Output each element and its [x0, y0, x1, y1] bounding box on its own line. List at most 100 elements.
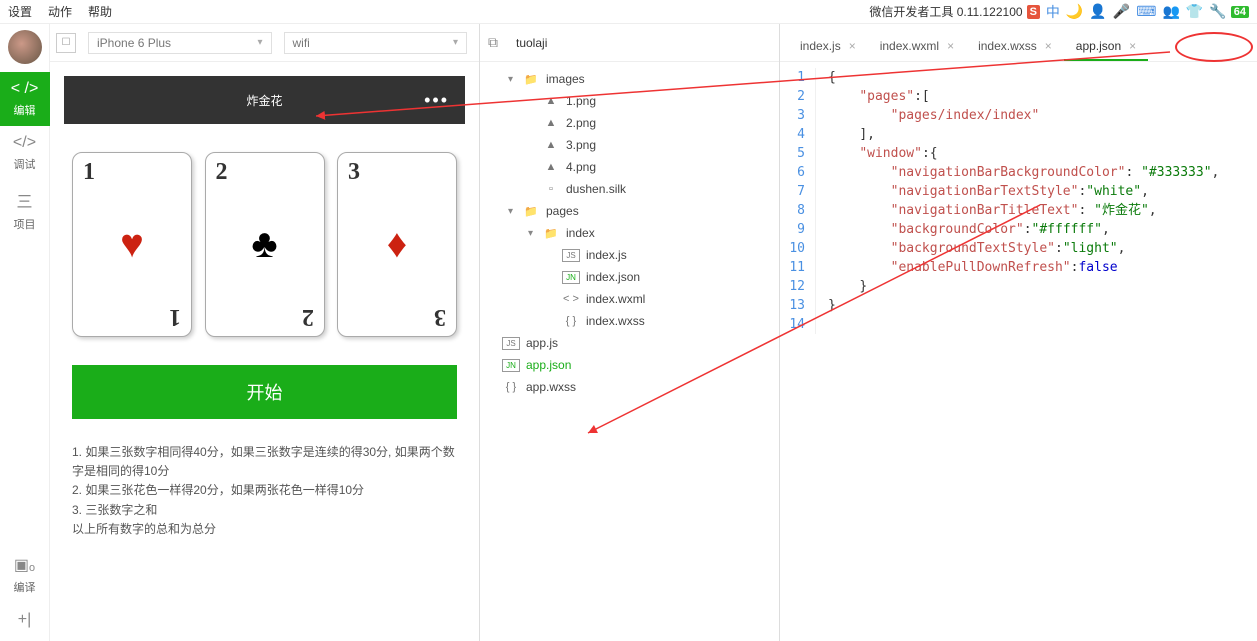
tree-item-app-wxss[interactable]: { } app.wxss	[480, 376, 779, 398]
menu-help[interactable]: 帮助	[88, 3, 112, 20]
tree-item-index-wxml[interactable]: < > index.wxml	[480, 288, 779, 310]
code-editor[interactable]: 1{2 "pages":[3 "pages/index/index"4 ],5 …	[780, 62, 1257, 334]
editor-tab-index-wxss[interactable]: index.wxss×	[966, 33, 1064, 61]
status-moon-icon: 🌙	[1066, 3, 1083, 20]
code-text[interactable]: "enablePullDownRefresh":false	[816, 258, 1118, 277]
close-icon[interactable]: ×	[947, 39, 954, 53]
code-line[interactable]: 12 }	[780, 277, 1257, 296]
card-suit-icon: ♥	[120, 222, 144, 267]
ime-badge-icon: S	[1027, 5, 1040, 19]
close-icon[interactable]: ×	[849, 39, 856, 53]
code-line[interactable]: 2 "pages":[	[780, 87, 1257, 106]
tree-item-label: 1.png	[566, 94, 596, 108]
code-icon: < />	[0, 80, 50, 98]
nav-collapse[interactable]: +|	[0, 603, 50, 641]
nav-project[interactable]: 三 项目	[0, 180, 50, 240]
device-mode-icon[interactable]: ☐	[56, 33, 76, 53]
tree-item-label: index.wxml	[586, 292, 645, 306]
code-text[interactable]: "backgroundColor":"#ffffff",	[816, 220, 1110, 239]
code-line[interactable]: 3 "pages/index/index"	[780, 106, 1257, 125]
menu-bar: 设置 动作 帮助 微信开发者工具 0.11.122100 S 中 🌙 👤 🎤 ⌨…	[0, 0, 1257, 24]
code-line[interactable]: 10 "backgroundTextStyle":"light",	[780, 239, 1257, 258]
code-line[interactable]: 8 "navigationBarTitleText": "炸金花",	[780, 201, 1257, 220]
code-line[interactable]: 9 "backgroundColor":"#ffffff",	[780, 220, 1257, 239]
line-number: 12	[780, 277, 816, 296]
status-user-icon: 👤	[1089, 3, 1106, 20]
start-button[interactable]: 开始	[72, 365, 457, 419]
card-top-num: 3	[348, 159, 360, 186]
nav-debug-label: 调试	[14, 159, 36, 171]
status-mic-icon: 🎤	[1113, 3, 1130, 20]
tree-item-index-js[interactable]: JS index.js	[480, 244, 779, 266]
tree-item-dushen-silk[interactable]: ▫ dushen.silk	[480, 178, 779, 200]
code-text[interactable]: "window":{	[816, 144, 938, 163]
status-wrench-icon: 🔧	[1209, 3, 1226, 20]
tree-item-3-png[interactable]: ▲ 3.png	[480, 134, 779, 156]
code-text[interactable]: "navigationBarTextStyle":"white",	[816, 182, 1149, 201]
code-line[interactable]: 14	[780, 315, 1257, 334]
tree-item-label: index	[566, 226, 595, 240]
code-text[interactable]: }	[816, 296, 836, 315]
close-icon[interactable]: ×	[1045, 39, 1052, 53]
tree-item-2-png[interactable]: ▲ 2.png	[480, 112, 779, 134]
playing-card[interactable]: 2 ♣ 2	[205, 152, 325, 337]
playing-card[interactable]: 3 ♦ 3	[337, 152, 457, 337]
tree-item-pages[interactable]: ▾ 📁 pages	[480, 200, 779, 222]
file-tree-body: ▾ 📁 images ▲ 1.png ▲ 2.png ▲ 3.png ▲ 4.p…	[480, 62, 779, 641]
device-select[interactable]: iPhone 6 Plus ▾	[88, 32, 272, 54]
status-people-icon: 👥	[1162, 3, 1179, 20]
rules-text: 1. 如果三张数字相同得40分，如果三张数字是连续的得30分, 如果两个数字是相…	[72, 443, 457, 539]
close-icon[interactable]: ×	[1129, 39, 1136, 53]
phone-nav-bar: 炸金花 •••	[64, 76, 465, 124]
code-text[interactable]: "backgroundTextStyle":"light",	[816, 239, 1125, 258]
editor-tab-index-js[interactable]: index.js×	[788, 33, 868, 61]
code-line[interactable]: 7 "navigationBarTextStyle":"white",	[780, 182, 1257, 201]
code-text[interactable]: }	[816, 277, 867, 296]
code-line[interactable]: 1{	[780, 68, 1257, 87]
code-text[interactable]: "pages/index/index"	[816, 106, 1039, 125]
code-line[interactable]: 4 ],	[780, 125, 1257, 144]
tree-item-app-json[interactable]: JN app.json	[480, 354, 779, 376]
menu-settings[interactable]: 设置	[8, 3, 32, 20]
code-text[interactable]: "navigationBarTitleText": "炸金花",	[816, 201, 1157, 220]
nav-debug[interactable]: </> 调试	[0, 126, 50, 180]
file-type-icon: { }	[502, 381, 520, 393]
nav-compile[interactable]: ▣ₒ 编译	[0, 547, 50, 603]
card-top-num: 2	[216, 159, 228, 186]
tree-item-4-png[interactable]: ▲ 4.png	[480, 156, 779, 178]
tree-item-label: index.wxss	[586, 314, 645, 328]
code-text[interactable]: "navigationBarBackgroundColor": "#333333…	[816, 163, 1219, 182]
nav-compile-label: 编译	[14, 582, 36, 594]
code-text[interactable]: {	[816, 68, 836, 87]
code-line[interactable]: 5 "window":{	[780, 144, 1257, 163]
nav-edit[interactable]: < /> 编辑	[0, 72, 50, 126]
tree-item-index[interactable]: ▾ 📁 index	[480, 222, 779, 244]
line-number: 5	[780, 144, 816, 163]
tree-item-index-wxss[interactable]: { } index.wxss	[480, 310, 779, 332]
editor-tab-app-json[interactable]: app.json×	[1064, 33, 1148, 61]
cards-row: 1 ♥ 12 ♣ 23 ♦ 3	[64, 152, 465, 337]
tree-item-app-js[interactable]: JS app.js	[480, 332, 779, 354]
menu-actions[interactable]: 动作	[48, 3, 72, 20]
network-select[interactable]: wifi ▾	[284, 32, 468, 54]
code-line[interactable]: 6 "navigationBarBackgroundColor": "#3333…	[780, 163, 1257, 182]
left-nav: < /> 编辑 </> 调试 三 项目 ▣ₒ 编译 +|	[0, 24, 50, 641]
tree-item-1-png[interactable]: ▲ 1.png	[480, 90, 779, 112]
tree-item-index-json[interactable]: JN index.json	[480, 266, 779, 288]
project-name: tuolaji	[516, 36, 547, 50]
status-keyboard-icon: ⌨	[1136, 3, 1156, 20]
editor-tab-index-wxml[interactable]: index.wxml×	[868, 33, 966, 61]
code-text[interactable]	[816, 315, 828, 334]
tree-toggle-icon[interactable]: ⧉	[488, 34, 510, 51]
code-line[interactable]: 13}	[780, 296, 1257, 315]
tree-item-label: images	[546, 72, 585, 86]
code-text[interactable]: ],	[816, 125, 875, 144]
code-line[interactable]: 11 "enablePullDownRefresh":false	[780, 258, 1257, 277]
playing-card[interactable]: 1 ♥ 1	[72, 152, 192, 337]
tree-item-images[interactable]: ▾ 📁 images	[480, 68, 779, 90]
more-icon[interactable]: •••	[424, 90, 449, 111]
app-version: 微信开发者工具 0.11.122100	[869, 3, 1022, 20]
tree-item-label: 2.png	[566, 116, 596, 130]
code-text[interactable]: "pages":[	[816, 87, 930, 106]
avatar[interactable]	[8, 30, 42, 64]
